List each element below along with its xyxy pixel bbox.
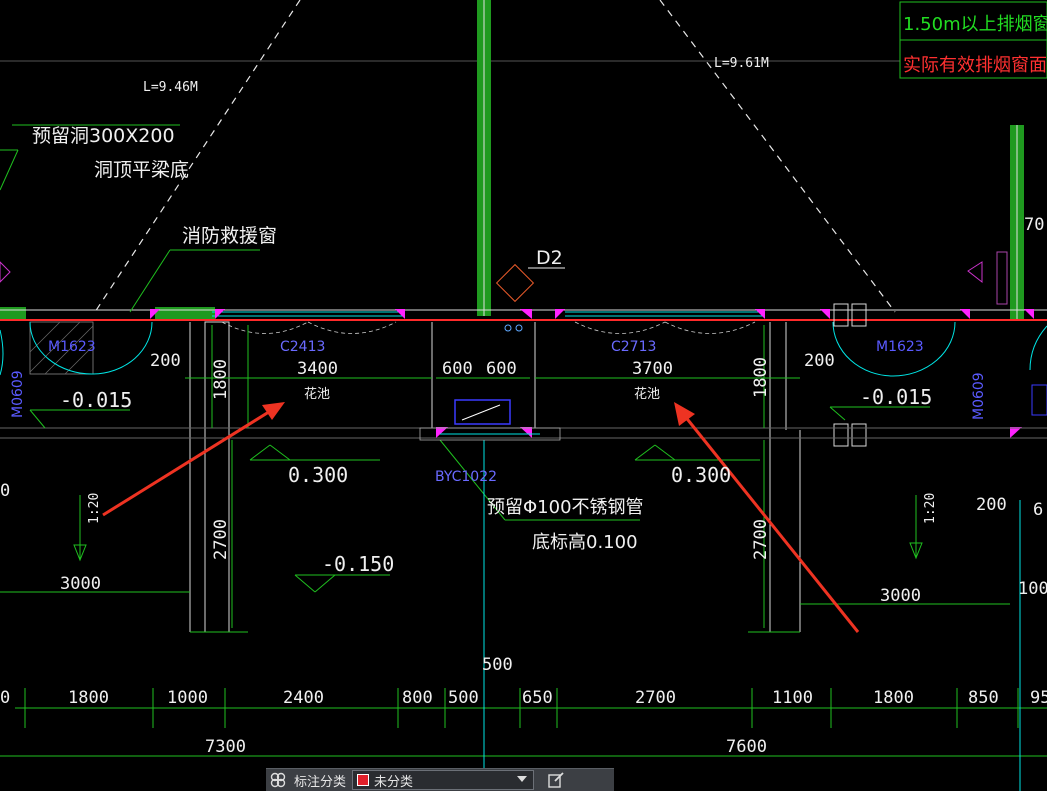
cad-drawing-canvas[interactable]: 1.50m以上排烟窗面积不小 实际有效排烟窗面积5.47 L=9.46M L=9…: [0, 0, 1047, 791]
pipe-elev-label: 底标高0.100: [532, 532, 638, 553]
elev-planter-right: 0.300: [671, 463, 731, 487]
chain-dim: 1800: [68, 688, 109, 708]
chain-dim: 2700: [635, 688, 676, 708]
elev-planter-left: 0.300: [288, 463, 348, 487]
category-dropdown[interactable]: 未分类: [352, 770, 535, 790]
chain-dim: 0: [0, 688, 10, 708]
rescue-window-label: 消防救援窗: [182, 225, 277, 247]
dim-70: 70: [1024, 215, 1044, 235]
dim-2700-left: 2700: [211, 519, 231, 560]
dim-600-a: 600: [442, 359, 473, 379]
room-planter-right: 花池: [634, 386, 660, 402]
chain-dim: 1800: [873, 688, 914, 708]
chain-dim: 1000: [167, 688, 208, 708]
chain-dim: 95: [1030, 688, 1047, 708]
dim-2700-right: 2700: [751, 519, 771, 560]
reserved-hole-label: 预留洞300X200: [32, 125, 175, 147]
hole-top-label: 洞顶平梁底: [94, 159, 189, 181]
dim-3700: 3700: [632, 359, 673, 379]
d2-label: D2: [536, 247, 563, 269]
dim-6: 6: [1033, 500, 1043, 520]
dim-0: 0: [0, 481, 10, 501]
dim-200-a: 200: [150, 351, 181, 371]
dim-1800-right: 1800: [751, 357, 771, 398]
dim-200-c: 200: [976, 495, 1007, 515]
dim-3000-right: 3000: [880, 586, 921, 606]
room-planter-left: 花池: [304, 386, 330, 402]
elev-right: -0.015: [860, 385, 932, 409]
length-left: L=9.46M: [143, 80, 198, 95]
elev-ground: -0.150: [322, 552, 394, 576]
note-green: 1.50m以上排烟窗面积不小: [903, 14, 1047, 35]
pipe-label: 预留Φ100不锈钢管: [487, 497, 644, 518]
slope-right: 1:20: [923, 493, 938, 524]
tag-m1623-right: M1623: [876, 339, 924, 355]
dim-200-b: 200: [804, 351, 835, 371]
tag-m1623-left: M1623: [48, 339, 96, 355]
dim-100: 100: [1018, 579, 1047, 599]
dim-500: 500: [482, 655, 513, 675]
category-color-swatch: [357, 774, 370, 786]
dim-3400: 3400: [297, 359, 338, 379]
dim-3000-left: 3000: [60, 574, 101, 594]
chevron-down-icon: [517, 776, 528, 782]
note-red: 实际有效排烟窗面积5.47: [903, 55, 1047, 76]
chain-dim: 800: [402, 688, 433, 708]
chain-dim: 2400: [283, 688, 324, 708]
annotation-toolbar: 标注分类 未分类: [266, 768, 614, 791]
elev-left: -0.015: [60, 388, 132, 412]
dim-600-b: 600: [486, 359, 517, 379]
annotation-category-label: 标注分类: [294, 773, 347, 789]
chain-dim: 650: [522, 688, 553, 708]
tag-m0609-left: M0609: [10, 370, 26, 418]
group-icon[interactable]: [266, 769, 290, 791]
length-right: L=9.61M: [714, 56, 769, 71]
total-left: 7300: [205, 737, 246, 757]
chain-dim: 500: [448, 688, 479, 708]
tag-c2713: C2713: [611, 339, 656, 355]
tag-c2413: C2413: [280, 339, 325, 355]
total-right: 7600: [726, 737, 767, 757]
slope-left: 1:20: [87, 493, 102, 524]
edit-icon[interactable]: [544, 769, 568, 791]
category-dropdown-value: 未分类: [374, 773, 414, 789]
tag-m0609-right: M0609: [971, 372, 987, 420]
chain-dim: 850: [968, 688, 999, 708]
dim-1800-left: 1800: [211, 359, 231, 400]
tag-byc1022: BYC1022: [435, 469, 497, 485]
chain-dim: 1100: [772, 688, 813, 708]
